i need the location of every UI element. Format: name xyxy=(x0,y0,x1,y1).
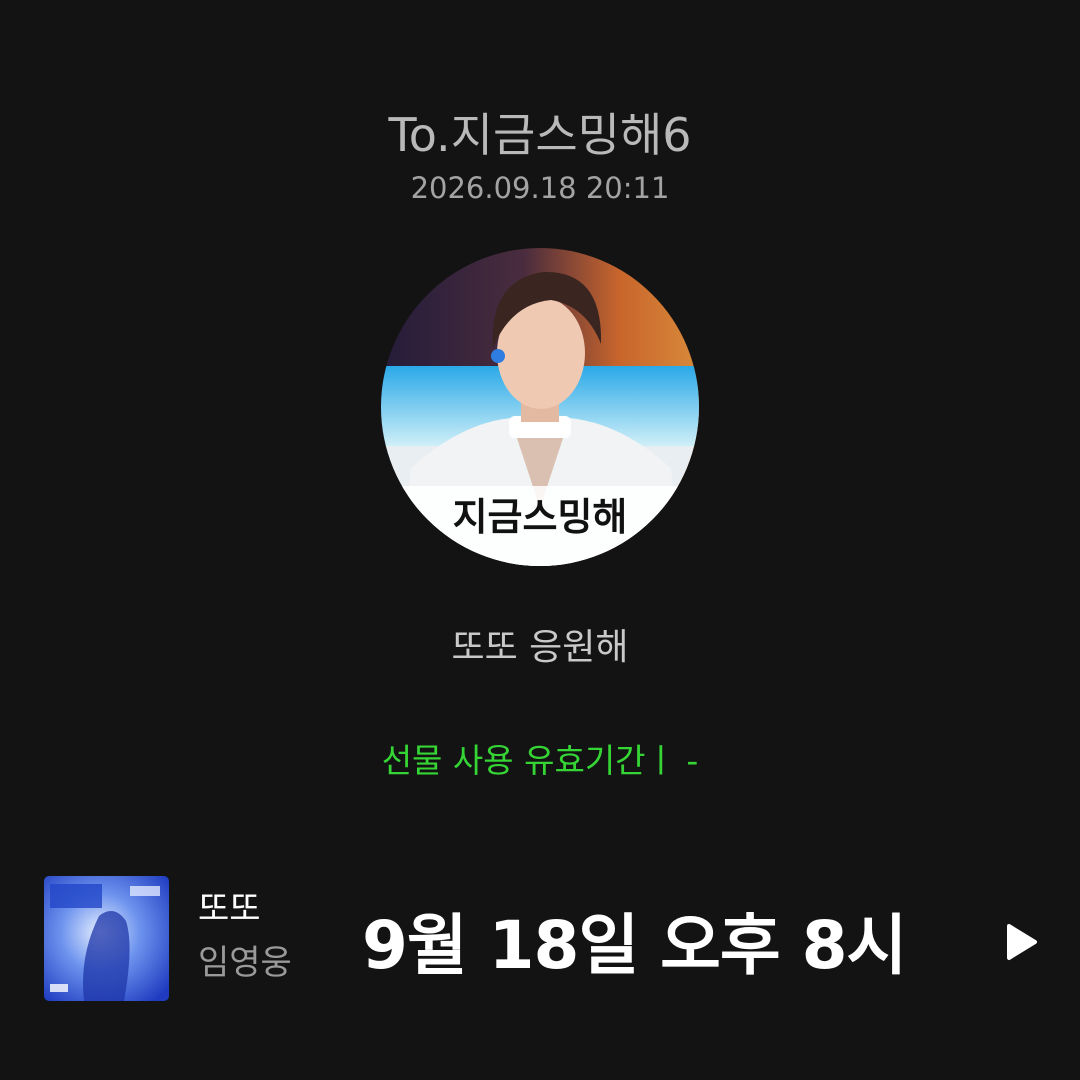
song-artist: 임영웅 xyxy=(198,943,292,983)
recipient-title: To.지금스밍해6 xyxy=(388,108,692,162)
recipient-avatar: 지금스밍해 xyxy=(381,248,699,566)
sent-datetime: 2026.09.18 20:11 xyxy=(410,171,670,205)
gift-validity-period: 선물 사용 유효기간ㅣ - xyxy=(381,741,699,780)
play-button[interactable] xyxy=(996,916,1048,968)
gift-message: 또또 응원해 xyxy=(451,627,629,668)
broadcast-time-caption: 9월 18일 오후 8시 xyxy=(362,907,907,984)
song-title: 또또 xyxy=(198,889,261,929)
play-icon xyxy=(1007,924,1037,960)
music-player-bar[interactable]: 또또 임영웅 9월 18일 오후 8시 xyxy=(0,860,1080,1010)
gift-card-screen: To.지금스밍해6 2026.09.18 20:11 지금스밍해 또또 응원해 … xyxy=(0,0,1080,1080)
album-art[interactable] xyxy=(44,876,169,1001)
avatar-caption: 지금스밍해 xyxy=(453,495,628,539)
